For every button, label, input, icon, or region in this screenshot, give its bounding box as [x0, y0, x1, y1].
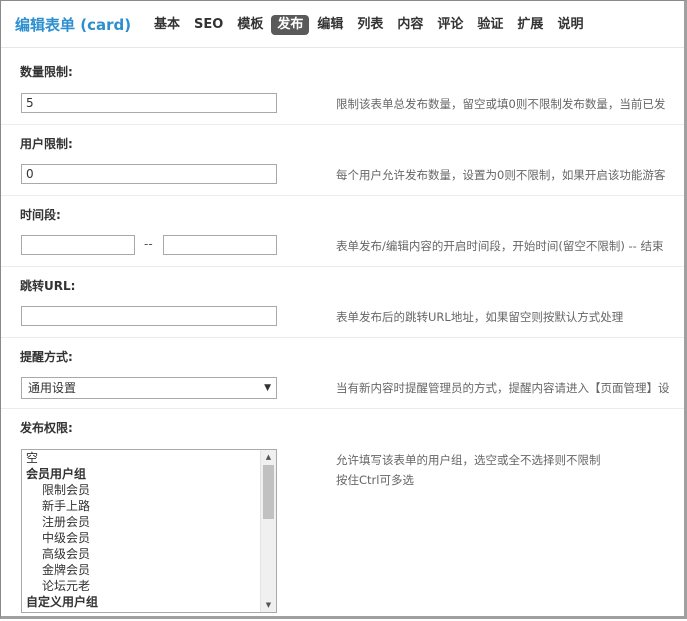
- time-range-separator: --: [144, 237, 153, 251]
- time-range-hint: 表单发布/编辑内容的开启时间段，开始时间(留空不限制) -- 结束: [336, 239, 664, 253]
- user-limit-input[interactable]: [21, 164, 277, 184]
- permission-options: 空会员用户组 限制会员 新手上路 注册会员 中级会员 高级会员 金牌会员 论坛元老 自定义用户组: [22, 450, 276, 610]
- tab-8[interactable]: 验证: [471, 15, 509, 35]
- redirect-url-input[interactable]: [21, 306, 277, 326]
- page-header: 编辑表单 (card) 基本 SEO 模板 发布 编辑 列表 内容 评论 验证 扩展 说明: [1, 1, 684, 48]
- notify-label: 提醒方式:: [20, 350, 73, 364]
- listbox-option[interactable]: 论坛元老: [22, 578, 276, 594]
- time-range-label: 时间段:: [20, 208, 61, 222]
- listbox-option[interactable]: 高级会员: [22, 546, 276, 562]
- page-title: 编辑表单 (card): [15, 16, 132, 34]
- tab-4[interactable]: 编辑: [311, 15, 349, 35]
- limit-row: 数量限制: 限制该表单总发布数量，留空或填0则不限制发布数量，当前已发: [1, 48, 684, 125]
- listbox-option[interactable]: 空: [22, 450, 276, 466]
- permission-hint: 允许填写该表单的用户组，选空或全不选择则不限制: [336, 453, 601, 467]
- user-limit-label: 用户限制:: [20, 137, 73, 151]
- window-frame: 编辑表单 (card) 基本 SEO 模板 发布 编辑 列表 内容 评论 验证 扩展 说明 数量限制…: [0, 0, 687, 619]
- listbox-scrollbar[interactable]: ▲ ▼: [260, 450, 276, 612]
- redirect-label: 跳转URL:: [20, 279, 76, 293]
- tab-5[interactable]: 列表: [351, 15, 389, 35]
- notify-hint: 当有新内容时提醒管理员的方式，提醒内容请进入【页面管理】设: [336, 381, 670, 395]
- end-time-input[interactable]: [163, 235, 277, 255]
- tab-bar: 基本 SEO 模板 发布 编辑 列表 内容 评论 验证 扩展 说明: [148, 13, 591, 35]
- listbox-option[interactable]: 自定义用户组: [22, 594, 276, 610]
- listbox-option[interactable]: 会员用户组: [22, 466, 276, 482]
- start-time-input[interactable]: [21, 235, 135, 255]
- tab-3[interactable]: 发布: [271, 15, 310, 35]
- limit-hint: 限制该表单总发布数量，留空或填0则不限制发布数量，当前已发: [336, 97, 666, 111]
- tab-7[interactable]: 评论: [431, 15, 469, 35]
- user-limit-row: 用户限制: 每个用户允许发布数量，设置为0则不限制，如果开启该功能游客: [1, 125, 684, 196]
- chevron-down-icon: ▼: [264, 383, 271, 393]
- tab-6[interactable]: 内容: [391, 15, 429, 35]
- listbox-option[interactable]: 注册会员: [22, 514, 276, 530]
- permission-listbox[interactable]: 空会员用户组 限制会员 新手上路 注册会员 中级会员 高级会员 金牌会员 论坛元老 自定义用户组…: [21, 449, 277, 613]
- limit-label: 数量限制:: [20, 65, 73, 79]
- tab-2[interactable]: 模板: [231, 15, 269, 35]
- tab-10[interactable]: 说明: [551, 15, 589, 35]
- permission-label: 发布权限:: [20, 421, 73, 435]
- tab-9[interactable]: 扩展: [511, 15, 549, 35]
- redirect-hint: 表单发布后的跳转URL地址，如果留空则按默认方式处理: [336, 310, 624, 324]
- redirect-row: 跳转URL: 表单发布后的跳转URL地址，如果留空则按默认方式处理: [1, 267, 684, 338]
- notify-select[interactable]: 通用设置 ▼: [21, 377, 277, 399]
- listbox-option[interactable]: 限制会员: [22, 482, 276, 498]
- user-limit-hint: 每个用户允许发布数量，设置为0则不限制，如果开启该功能游客: [336, 168, 666, 182]
- listbox-option[interactable]: 金牌会员: [22, 562, 276, 578]
- scroll-down-icon[interactable]: ▼: [261, 598, 276, 612]
- limit-input[interactable]: [21, 93, 277, 113]
- permission-hint-ctrl: 按住Ctrl可多选: [336, 473, 414, 487]
- listbox-option[interactable]: 中级会员: [22, 530, 276, 546]
- tab-0[interactable]: 基本: [148, 15, 186, 35]
- notify-row: 提醒方式: 通用设置 ▼ 当有新内容时提醒管理员的方式，提醒内容请进入【页面管理…: [1, 338, 684, 409]
- scrollbar-thumb[interactable]: [263, 465, 274, 519]
- notify-selected-value: 通用设置: [28, 381, 77, 395]
- listbox-option[interactable]: 新手上路: [22, 498, 276, 514]
- scroll-up-icon[interactable]: ▲: [261, 450, 276, 464]
- tab-1[interactable]: SEO: [188, 15, 229, 35]
- time-range-row: 时间段: -- 表单发布/编辑内容的开启时间段，开始时间(留空不限制) -- 结…: [1, 196, 684, 267]
